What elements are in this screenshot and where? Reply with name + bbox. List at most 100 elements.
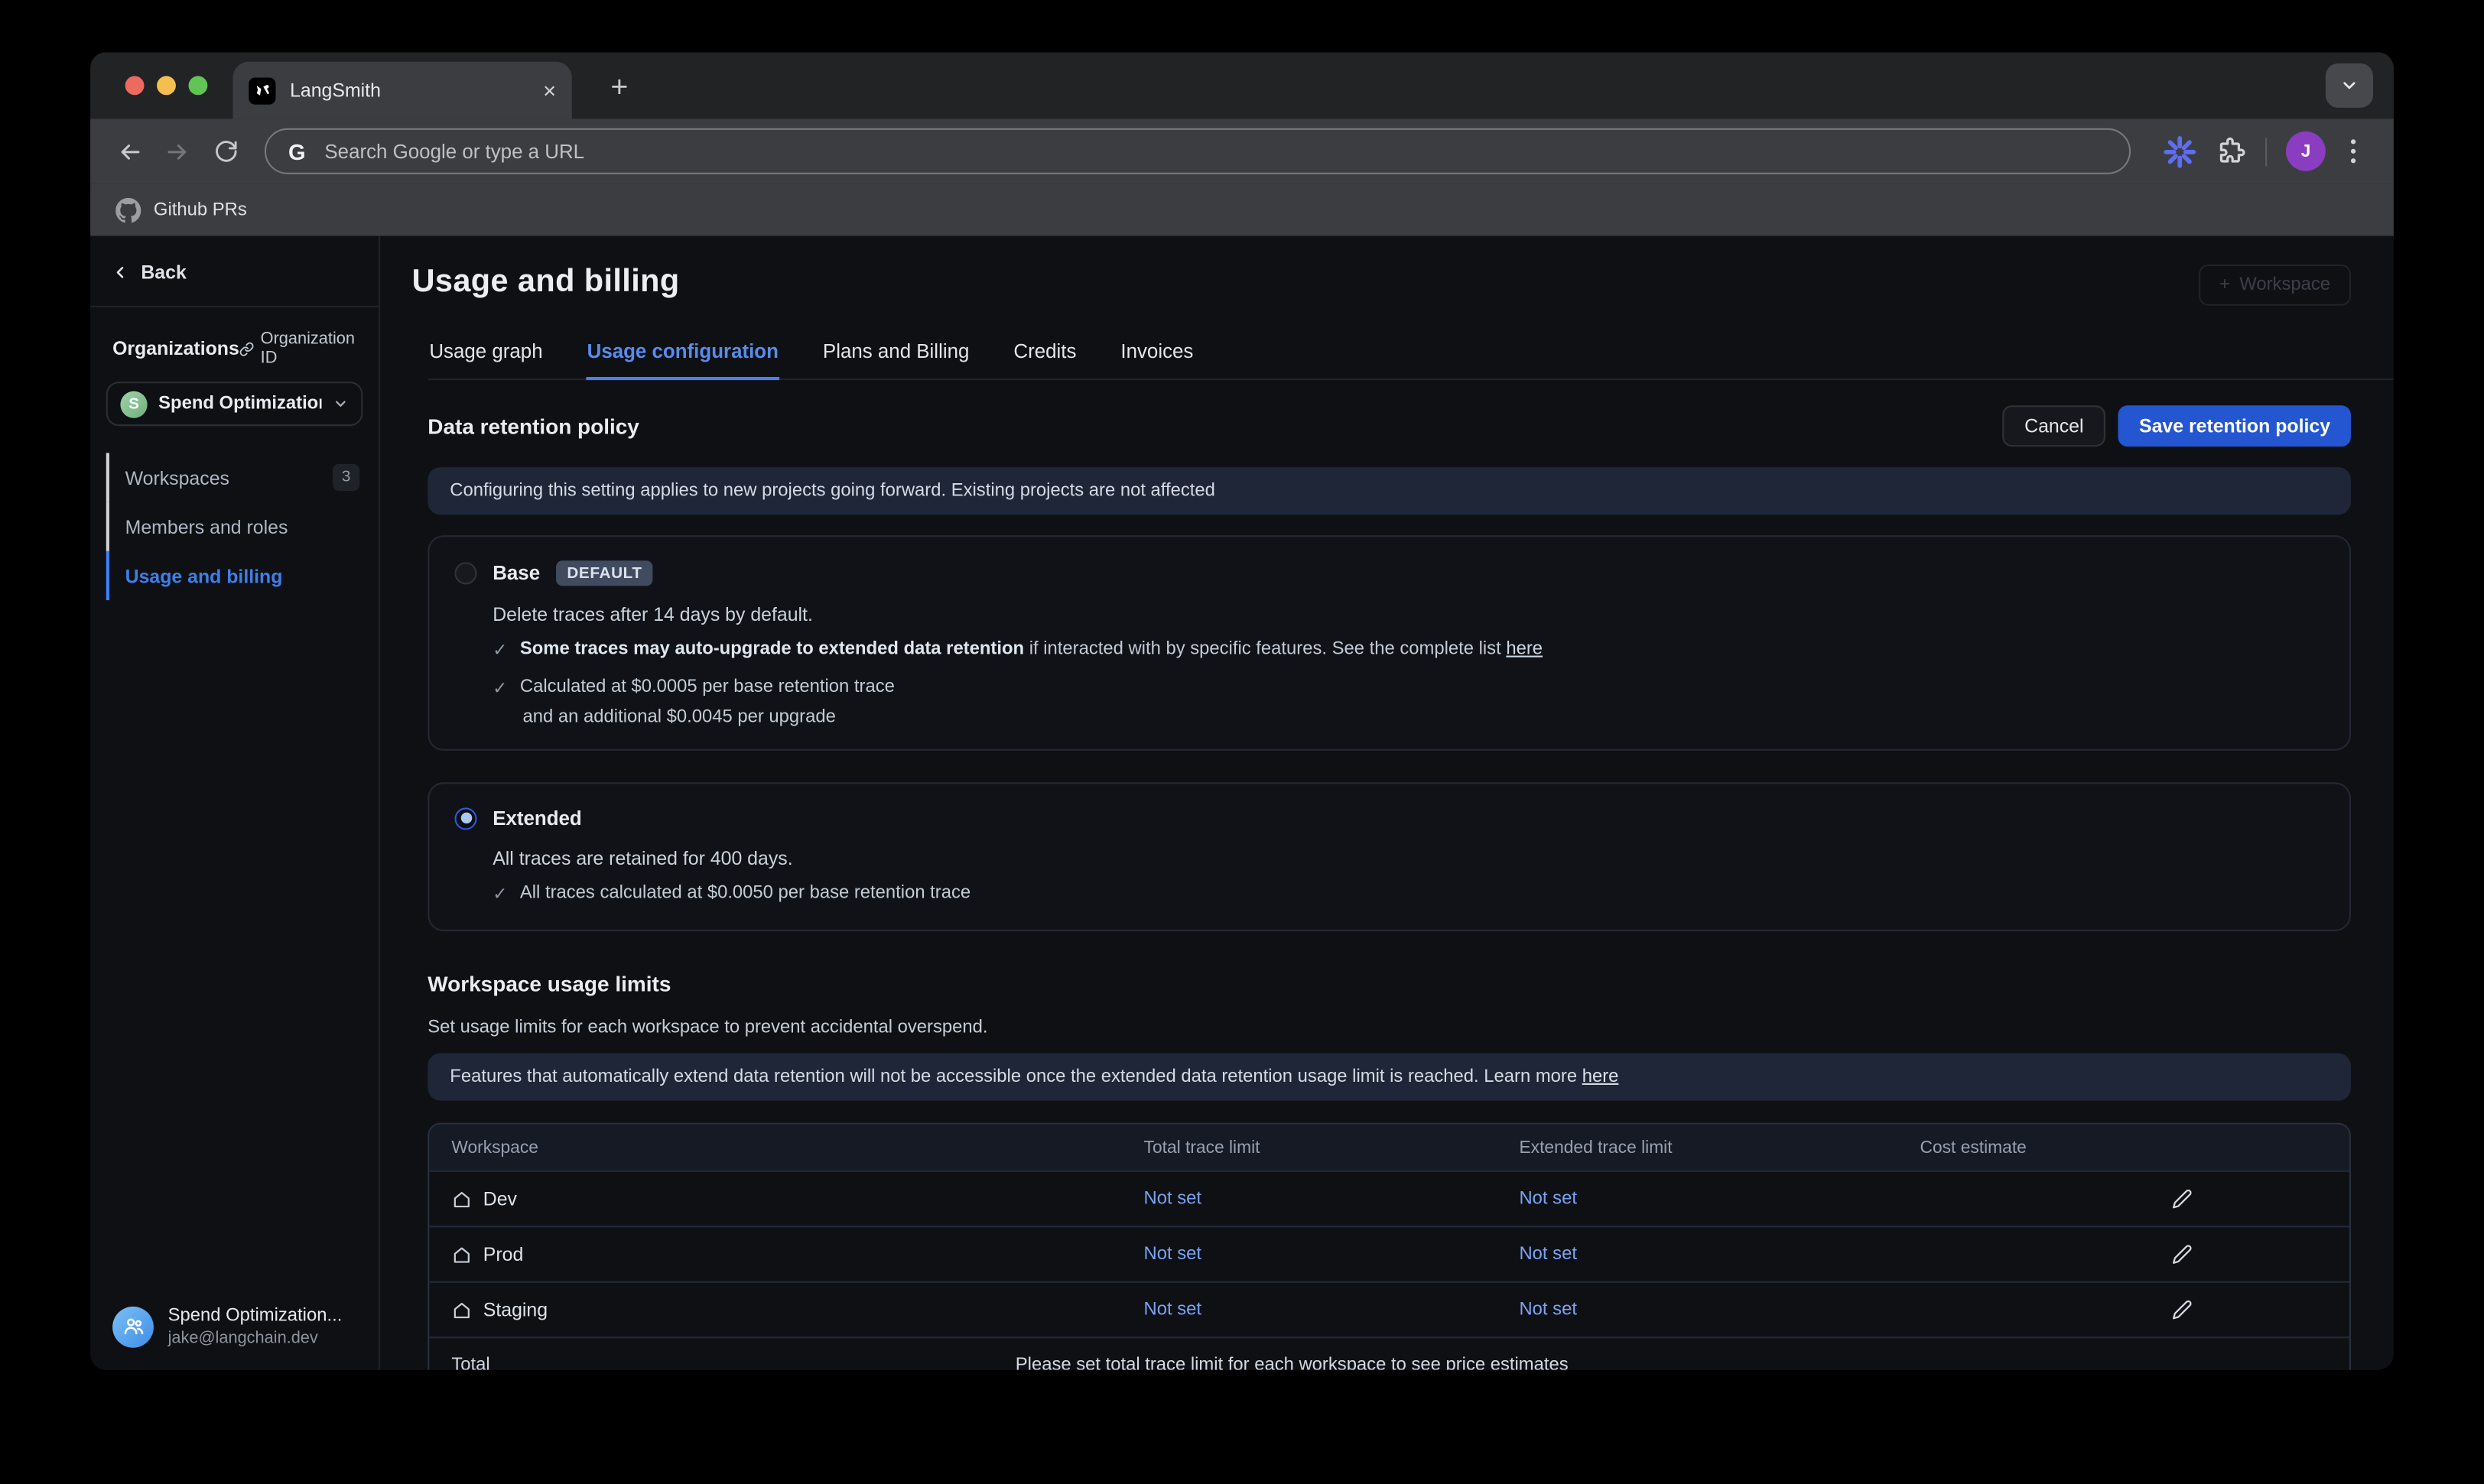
close-window-button[interactable] (125, 76, 145, 95)
users-icon (121, 1314, 145, 1338)
staging-extended-limit-link[interactable]: Not set (1519, 1301, 1576, 1320)
staging-edit-button[interactable] (2172, 1300, 2193, 1320)
cancel-button[interactable]: Cancel (2002, 405, 2105, 446)
dev-edit-button[interactable] (2172, 1189, 2193, 1210)
dev-extended-limit-link[interactable]: Not set (1519, 1190, 1576, 1209)
organization-id-label: Organization ID (261, 330, 360, 368)
table-header-row: Workspace Total trace limit Extended tra… (429, 1125, 2349, 1171)
browser-tab[interactable]: LangSmith × (232, 62, 571, 119)
profile-avatar[interactable]: J (2286, 132, 2326, 171)
extended-option-name: Extended (493, 807, 582, 830)
minimize-window-button[interactable] (157, 76, 176, 95)
base-point-1-rest: if interacted with by specific features.… (1024, 640, 1506, 659)
address-bar[interactable]: G Search Google or type a URL (265, 128, 2131, 174)
workspace-home-icon (451, 1244, 472, 1265)
workspace-home-icon (451, 1189, 472, 1210)
limits-banner-here-link[interactable]: here (1582, 1067, 1619, 1086)
prod-total-limit-link[interactable]: Not set (1144, 1245, 1201, 1264)
sidebar-item-label: Workspaces (125, 466, 229, 489)
limits-info-banner: Features that automatically extend data … (428, 1054, 2351, 1101)
extensions-puzzle-icon[interactable] (2216, 136, 2246, 166)
base-radio[interactable] (454, 562, 476, 584)
extended-point-1: ✓ All traces calculated at $0.0050 per b… (493, 883, 2324, 908)
tab-invoices[interactable]: Invoices (1119, 331, 1195, 378)
dev-total-limit-link[interactable]: Not set (1144, 1190, 1201, 1209)
page-title: Usage and billing (412, 265, 680, 301)
tab-usage-graph[interactable]: Usage graph (428, 331, 544, 378)
sidebar-item-members-and-roles[interactable]: Members and roles (90, 502, 379, 551)
organization-selector[interactable]: S Spend Optimization Tu... (106, 382, 363, 426)
langsmith-app: Back Organizations Organization ID S Spe… (90, 236, 2394, 1370)
check-icon: ✓ (493, 883, 507, 908)
check-icon: ✓ (493, 678, 507, 703)
default-badge: DEFAULT (556, 560, 653, 586)
google-g-icon: G (288, 138, 306, 164)
toolbar-right: J (2153, 132, 2362, 171)
col-extended-trace-limit: Extended trace limit (1519, 1138, 1672, 1158)
base-description: Delete traces after 14 days by default. (493, 603, 2324, 625)
limits-heading: Workspace usage limits (428, 973, 671, 996)
reload-icon (213, 139, 237, 163)
workspace-name: Staging (483, 1299, 548, 1321)
sidebar: Back Organizations Organization ID S Spe… (90, 236, 380, 1370)
col-workspace: Workspace (451, 1138, 538, 1158)
zoom-window-button[interactable] (188, 76, 207, 95)
pencil-icon (2172, 1300, 2193, 1320)
pencil-icon (2172, 1244, 2193, 1265)
reload-button[interactable] (204, 131, 245, 172)
organizations-label: Organizations (112, 337, 239, 359)
staging-total-limit-link[interactable]: Not set (1144, 1301, 1201, 1320)
retention-option-base[interactable]: Base DEFAULT Delete traces after 14 days… (428, 535, 2351, 750)
workspace-home-icon (451, 1300, 472, 1320)
tab-close-icon[interactable]: × (543, 80, 556, 102)
sidebar-item-label: Usage and billing (125, 564, 283, 586)
sidebar-item-usage-and-billing[interactable]: Usage and billing (90, 551, 379, 600)
sidebar-item-workspaces[interactable]: Workspaces 3 (90, 453, 379, 502)
browser-menu-icon[interactable] (2345, 139, 2362, 163)
table-row-staging: Staging Not set Not set (429, 1281, 2349, 1336)
user-name: Spend Optimization... (168, 1305, 343, 1329)
add-workspace-button[interactable]: + Workspace (2199, 265, 2351, 306)
organization-id-link[interactable]: Organization ID (239, 330, 359, 368)
workspace-name: Dev (483, 1188, 517, 1210)
retention-option-extended[interactable]: Extended All traces are retained for 400… (428, 782, 2351, 932)
save-retention-policy-button[interactable]: Save retention policy (2118, 405, 2351, 446)
extended-radio[interactable] (454, 807, 476, 830)
table-row-prod: Prod Not set Not set (429, 1226, 2349, 1281)
extension-burst-icon[interactable] (2162, 134, 2197, 169)
tab-plans-and-billing[interactable]: Plans and Billing (821, 331, 971, 378)
organization-name: Spend Optimization Tu... (158, 395, 321, 414)
workspaces-count-badge: 3 (333, 464, 359, 491)
retention-banner-text: Configuring this setting applies to new … (450, 482, 1215, 501)
user-footer[interactable]: Spend Optimization... jake@langchain.dev (90, 1286, 379, 1370)
limits-subheading: Set usage limits for each workspace to p… (428, 1018, 2351, 1038)
langsmith-favicon-icon (249, 76, 275, 103)
chevron-down-icon (2339, 76, 2359, 95)
base-point-1-here-link[interactable]: here (1506, 640, 1543, 659)
tab-search-button[interactable] (2326, 63, 2373, 108)
prod-extended-limit-link[interactable]: Not set (1519, 1245, 1576, 1264)
tab-credits[interactable]: Credits (1012, 331, 1078, 378)
tab-title: LangSmith (290, 80, 528, 102)
table-total-row: Total Please set total trace limit for e… (429, 1337, 2349, 1370)
browser-toolbar: G Search Google or type a URL J (90, 119, 2394, 183)
base-point-1-bold: Some traces may auto-upgrade to extended… (520, 640, 1024, 659)
page-tabs: Usage graph Usage configuration Plans an… (428, 331, 2394, 380)
bookmark-github-prs[interactable]: Github PRs (154, 200, 247, 219)
window-controls[interactable] (125, 76, 208, 95)
extended-point-1-text: All traces calculated at $0.0050 per bas… (520, 883, 971, 902)
prod-edit-button[interactable] (2172, 1244, 2193, 1265)
back-button[interactable] (109, 131, 151, 172)
organization-avatar: S (120, 391, 147, 417)
forward-button[interactable] (157, 131, 198, 172)
total-label: Total (451, 1356, 489, 1369)
new-tab-button[interactable]: + (597, 67, 642, 111)
chevron-down-icon (333, 396, 349, 412)
back-link[interactable]: Back (90, 261, 379, 306)
check-icon: ✓ (493, 640, 507, 664)
table-row-dev: Dev Not set Not set (429, 1171, 2349, 1226)
user-email: jake@langchain.dev (168, 1329, 343, 1348)
tab-usage-configuration[interactable]: Usage configuration (586, 331, 780, 380)
col-total-trace-limit: Total trace limit (1144, 1138, 1260, 1158)
workspace-name: Prod (483, 1243, 524, 1265)
